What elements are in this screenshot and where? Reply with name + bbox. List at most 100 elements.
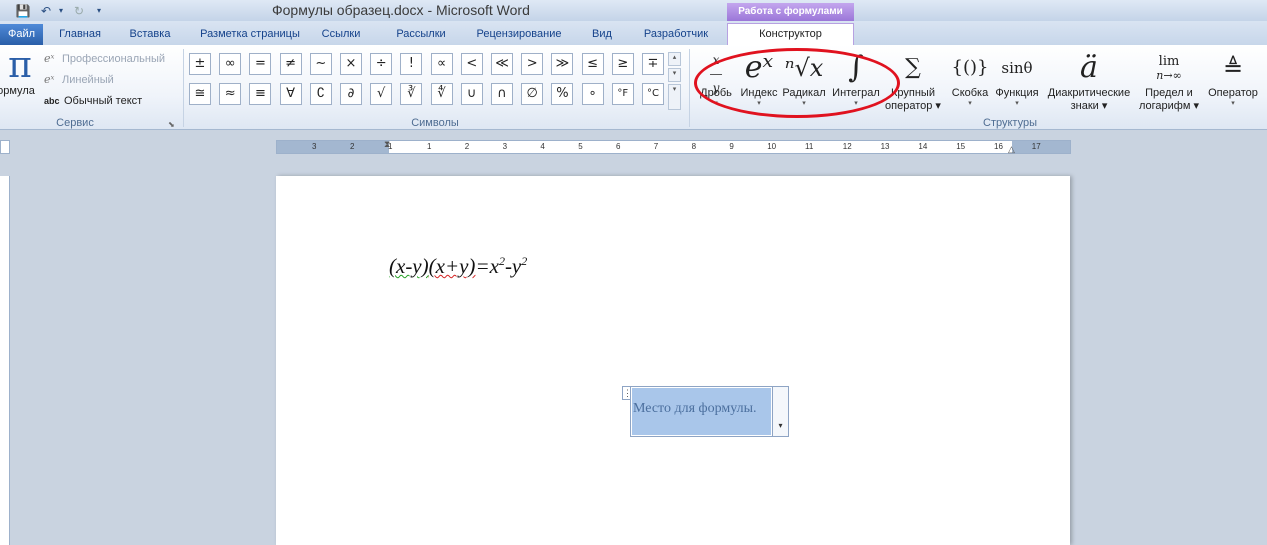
accent-button[interactable]: ä Диакритические знаки ▾ [1043, 49, 1135, 115]
tab-references[interactable]: Ссылки [312, 25, 370, 45]
placeholder-dropdown-icon[interactable]: ▾ [772, 387, 788, 436]
symbol-button[interactable]: ≈ [219, 83, 242, 105]
ruler-tick-label: 2 [464, 142, 470, 151]
tab-insert[interactable]: Вставка [121, 25, 179, 45]
redo-icon[interactable]: ↻ [70, 2, 88, 19]
professional-label: Профессиональный [62, 53, 166, 65]
ruler-toggle[interactable] [0, 140, 10, 154]
limit-button[interactable]: lim n→∞ Предел и логарифм ▾ [1138, 49, 1200, 115]
symbol-button[interactable]: ∛ [400, 83, 423, 105]
vertical-ruler[interactable] [0, 176, 10, 545]
customize-qat-icon[interactable]: ▾ [94, 2, 104, 19]
symbol-button[interactable]: ∩ [491, 83, 513, 105]
symbol-button[interactable]: = [249, 53, 272, 75]
symbol-button[interactable]: ÷ [370, 53, 393, 75]
pi-icon: π [8, 45, 32, 86]
operator-dropdown-icon: ▾ [1231, 100, 1235, 107]
symbols-scroll-down-icon[interactable]: ▾ [668, 68, 681, 82]
symbol-button[interactable]: ∪ [460, 83, 483, 105]
equation-part1: (x-y) [389, 254, 429, 278]
bracket-button[interactable]: {()} Скобка ▾ [948, 49, 992, 115]
formula-button[interactable]: π ормула [0, 47, 40, 113]
function-label: Функция [995, 87, 1039, 99]
symbol-button[interactable]: ∘ [581, 83, 604, 105]
linear-button[interactable]: eˣ Линейный [44, 70, 114, 90]
symbol-button[interactable]: √ [370, 83, 393, 105]
symbol-button[interactable]: ± [189, 53, 211, 75]
horizontal-ruler[interactable]: ⧗ △ 3 2 1 1 2 3 4 5 6 7 8 9 10 11 12 13 14 15 16 17 [276, 139, 1071, 155]
symbol-button[interactable]: ≥ [611, 53, 634, 75]
equation[interactable]: (x-y)(x+y)=x2-y2 [389, 254, 527, 279]
ruler-tick-label: 11 [805, 142, 814, 151]
group-label-structures: Структуры [983, 117, 1037, 129]
function-button[interactable]: sinθ Функция ▾ [992, 49, 1042, 115]
symbol-button[interactable]: × [340, 53, 362, 75]
symbol-button[interactable]: ∂ [340, 83, 362, 105]
symbol-button[interactable]: °C [642, 83, 664, 105]
equation-rest: =x [475, 254, 499, 278]
normal-text-button[interactable]: abc Обычный текст [44, 91, 142, 111]
symbols-scroll-up-icon[interactable]: ▴ [668, 52, 681, 66]
symbol-button[interactable]: % [551, 83, 574, 105]
symbol-button[interactable]: ∞ [219, 53, 242, 75]
symbol-button[interactable]: ∀ [279, 83, 302, 105]
operator-icon: ≜ [1222, 54, 1244, 82]
operator-button[interactable]: ≜ Оператор ▾ [1204, 49, 1262, 115]
ruler-tick-label: 10 [767, 142, 777, 151]
symbol-button[interactable]: ≅ [189, 83, 211, 105]
ruler-tick-label: 5 [578, 142, 583, 151]
ribbon: π ормула eˣ Профессиональный eˣ Линейный… [0, 45, 1267, 130]
symbol-button[interactable]: > [521, 53, 544, 75]
undo-dropdown-icon[interactable]: ▾ [56, 2, 66, 19]
ruler-tick-label: 12 [842, 142, 852, 151]
tab-mailings[interactable]: Рассылки [388, 25, 454, 45]
function-icon: sinθ [1001, 59, 1033, 77]
undo-icon[interactable]: ↶ [36, 2, 56, 19]
symbols-more-icon[interactable]: ▾ [668, 84, 681, 110]
symbol-button[interactable]: ~ [309, 53, 332, 75]
ruler-tick-label: 6 [616, 142, 621, 151]
operator-label: Оператор [1208, 87, 1258, 99]
drag-handle-icon[interactable]: ⋮ [622, 386, 632, 400]
tab-constructor[interactable]: Конструктор [727, 23, 854, 46]
accent-label: Диакритические [1047, 87, 1131, 99]
symbol-button[interactable]: ≠ [279, 53, 302, 75]
save-icon[interactable]: 💾 [14, 2, 32, 19]
symbol-button[interactable]: °F [611, 83, 634, 105]
ruler-tick-label: 14 [918, 142, 928, 151]
bracket-dropdown-icon: ▾ [968, 100, 972, 107]
linear-label: Линейный [62, 74, 114, 86]
symbol-button[interactable]: ≤ [581, 53, 604, 75]
placeholder-text[interactable]: Место для формулы. [632, 388, 771, 435]
tab-review[interactable]: Рецензирование [466, 25, 572, 45]
professional-button[interactable]: eˣ Профессиональный [44, 49, 165, 69]
formula-label: ормула [0, 85, 35, 97]
equation-part2: (x+y) [428, 254, 476, 278]
window-title: Формулы образец.docx - Microsoft Word [272, 2, 530, 18]
tab-view[interactable]: Вид [584, 25, 620, 45]
tab-file[interactable]: Файл [0, 24, 43, 45]
group-label-service: Сервис [56, 117, 94, 129]
ruler-tick-label: 13 [880, 142, 890, 151]
ruler-tick-label: 3 [502, 142, 508, 151]
right-indent-marker-icon[interactable]: △ [1008, 144, 1015, 155]
service-launcher-icon[interactable]: ⬊ [168, 120, 175, 129]
ruler-tick-label: 3 [312, 142, 317, 151]
symbol-button[interactable]: ≫ [551, 53, 574, 75]
symbol-button[interactable]: ≪ [491, 53, 513, 75]
symbol-button[interactable]: ∜ [430, 83, 453, 105]
tab-page-layout[interactable]: Разметка страницы [190, 25, 310, 45]
tab-developer[interactable]: Разработчик [632, 25, 720, 45]
equation-placeholder[interactable]: ⋮ Место для формулы. ▾ [622, 386, 789, 437]
document-page[interactable]: (x-y)(x+y)=x2-y2 ⋮ Место для формулы. ▾ [276, 176, 1070, 545]
symbol-button[interactable]: ∅ [521, 83, 544, 105]
tab-home[interactable]: Главная [51, 25, 109, 45]
symbol-button[interactable]: ! [400, 53, 423, 75]
symbol-button[interactable]: ∓ [642, 53, 664, 75]
symbol-button[interactable]: ∁ [309, 83, 332, 105]
equation-exponent2: 2 [521, 254, 528, 268]
symbol-button[interactable]: ∝ [430, 53, 453, 75]
symbol-button[interactable]: < [460, 53, 483, 75]
ribbon-tabs: Файл Главная Вставка Разметка страницы С… [0, 21, 1267, 46]
symbol-button[interactable]: ≡ [249, 83, 272, 105]
